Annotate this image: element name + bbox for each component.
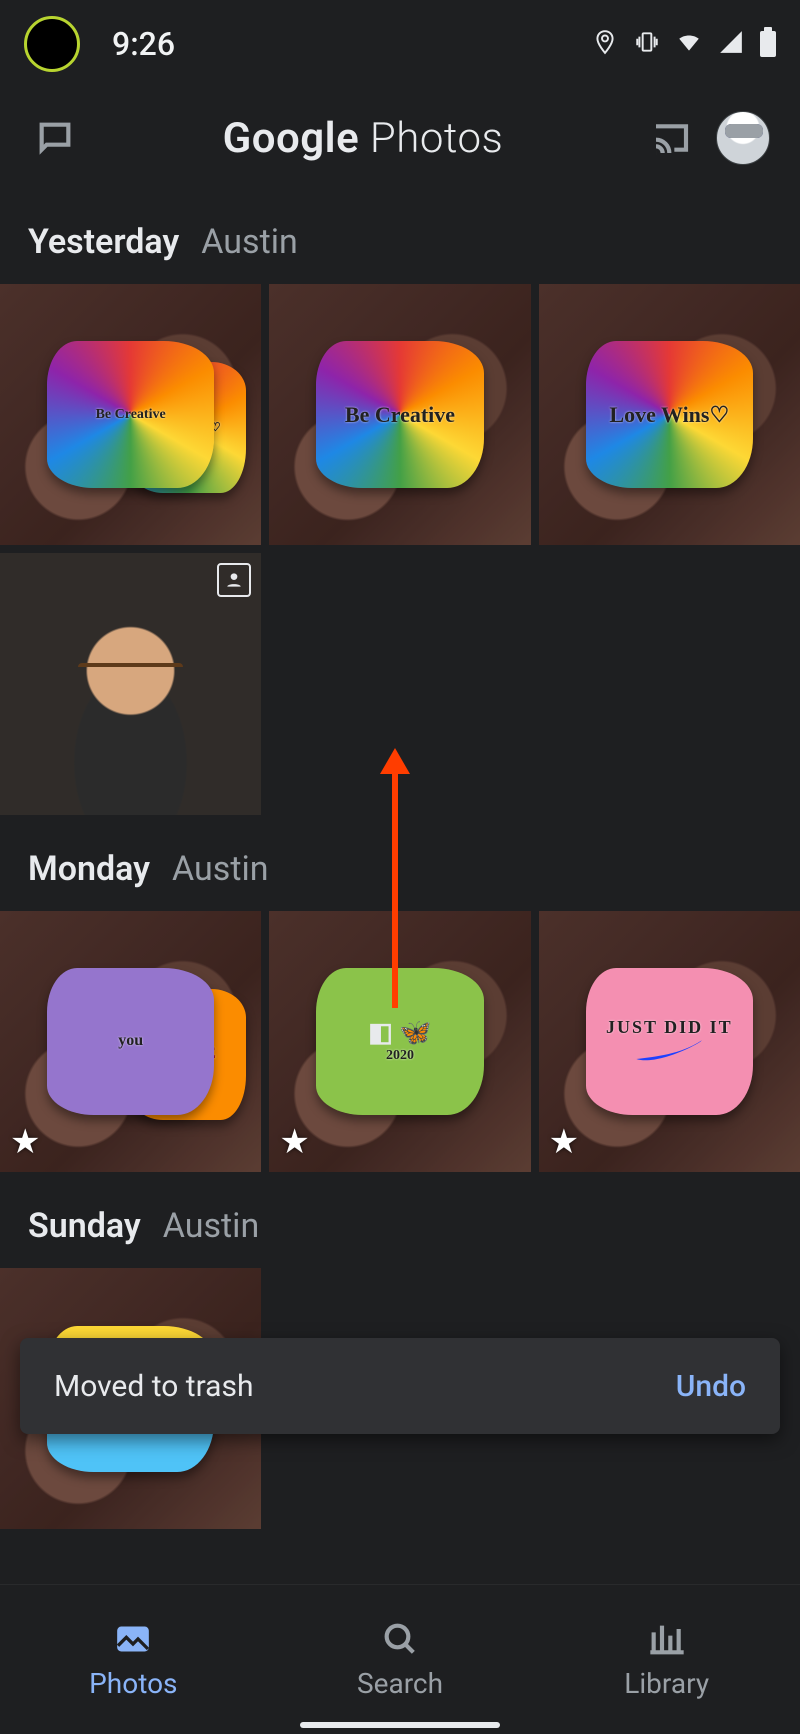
photo-thumbnail[interactable] — [0, 553, 261, 814]
star-icon: ★ — [10, 1122, 40, 1162]
battery-icon — [760, 31, 776, 57]
rock-text: Be Creative — [345, 402, 455, 428]
star-icon: ★ — [279, 1122, 309, 1162]
nav-library[interactable]: Library — [533, 1619, 800, 1700]
section-header: Sunday Austin — [0, 1172, 800, 1268]
photo-thumbnail[interactable]: Love Wins♡ — [539, 284, 800, 545]
cast-icon[interactable] — [646, 113, 696, 163]
status-time: 9:26 — [112, 25, 175, 63]
comment-icon[interactable] — [30, 113, 80, 163]
nav-label: Photos — [89, 1667, 177, 1700]
photo-thumbnail[interactable]: ◧ 🦋 2020 ★ — [269, 911, 530, 1172]
nav-label: Library — [624, 1667, 709, 1700]
photo-thumbnail[interactable]: Love Wins♡ Be Creative — [0, 284, 261, 545]
photo-thumbnail[interactable]: I LOVE you ★ — [0, 911, 261, 1172]
location-icon — [592, 29, 618, 59]
nav-label: Search — [357, 1667, 443, 1700]
bottom-nav: Photos Search Library — [0, 1584, 800, 1734]
signal-icon — [718, 29, 744, 59]
vibrate-icon — [634, 29, 660, 59]
photo-thumbnail[interactable]: Be Creative — [269, 284, 530, 545]
status-bar: 9:26 — [0, 0, 800, 88]
nav-photos[interactable]: Photos — [0, 1619, 267, 1700]
section-location: Austin — [201, 222, 297, 262]
photo-thumbnail[interactable]: JUST DID IT ★ — [539, 911, 800, 1172]
app-header: Google Photos — [0, 88, 800, 188]
section-header: Monday Austin — [0, 815, 800, 911]
photo-feed[interactable]: Yesterday Austin Love Wins♡ Be Creative … — [0, 188, 800, 1584]
section-location: Austin — [163, 1206, 259, 1246]
rock-text: Love Wins♡ — [609, 402, 729, 428]
section-day: Yesterday — [28, 222, 179, 262]
section-day: Monday — [28, 849, 150, 889]
app-title: Google Photos — [100, 114, 626, 163]
gesture-bar[interactable] — [300, 1722, 500, 1728]
undo-button[interactable]: Undo — [676, 1369, 746, 1404]
wifi-icon — [676, 29, 702, 59]
section-day: Sunday — [28, 1206, 141, 1246]
snackbar: Moved to trash Undo — [20, 1338, 780, 1434]
section-header: Yesterday Austin — [0, 188, 800, 284]
nav-search[interactable]: Search — [267, 1619, 534, 1700]
section-location: Austin — [172, 849, 268, 889]
account-avatar[interactable] — [716, 111, 770, 165]
face-detected-icon — [217, 563, 251, 597]
star-icon: ★ — [549, 1122, 579, 1162]
snackbar-message: Moved to trash — [54, 1369, 253, 1404]
profile-ring-icon — [24, 16, 80, 72]
